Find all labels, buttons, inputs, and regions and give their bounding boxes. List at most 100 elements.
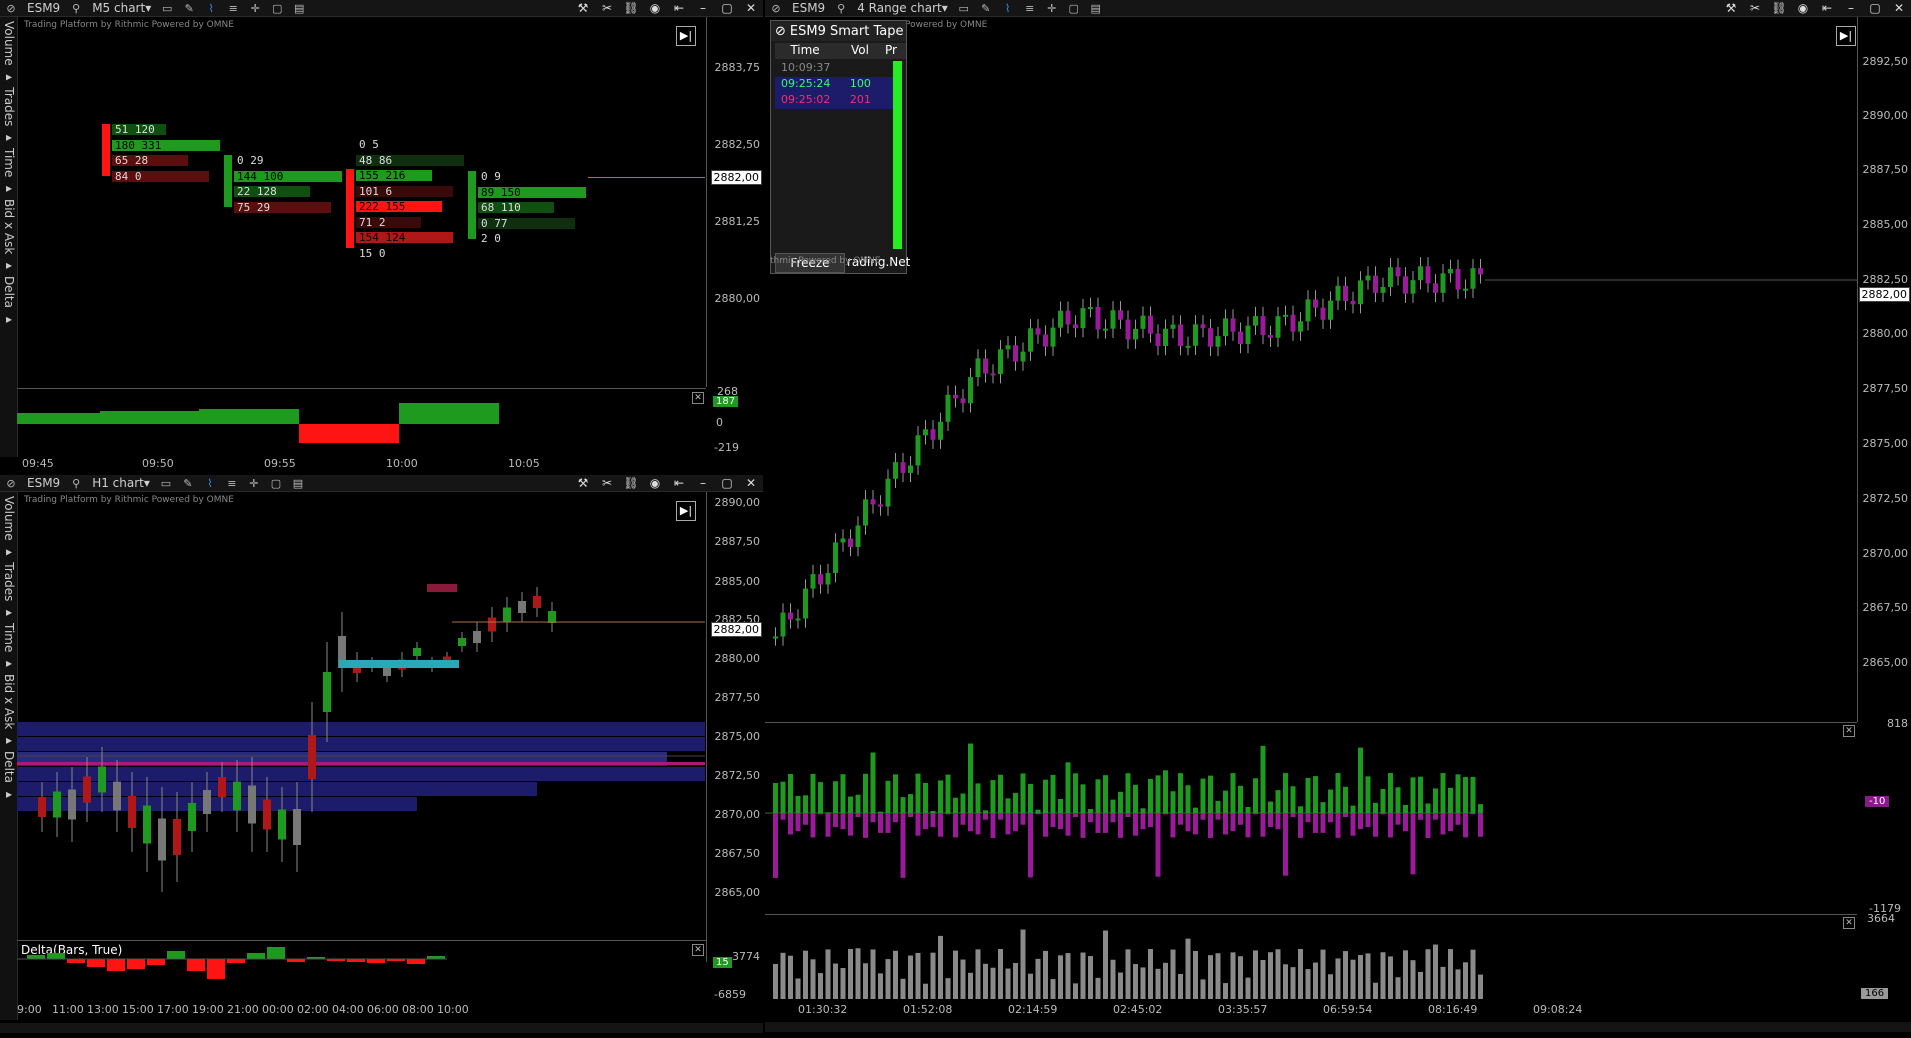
range-symbol[interactable]: ESM9 [787, 1, 830, 15]
tape-row[interactable]: 09:25:24 100 [775, 77, 899, 93]
smart-tape-header[interactable]: ⊘ ESM9 Smart Tape [771, 21, 906, 41]
volume-bar [810, 959, 816, 999]
volume-bar [1403, 950, 1408, 999]
delta-bar [247, 953, 265, 959]
layout-icon[interactable]: ▤ [291, 478, 305, 489]
maximize-icon[interactable]: ▢ [1863, 1, 1887, 15]
h1-symbol[interactable]: ESM9 [22, 476, 65, 490]
candle-body [38, 797, 46, 817]
monitor-icon[interactable]: ▭ [159, 478, 173, 489]
volume-bar [1238, 956, 1243, 999]
candle-body [1335, 285, 1341, 301]
delta-bar-positive [788, 774, 793, 813]
delta-bar-negative [930, 813, 936, 828]
volume-bar [878, 973, 883, 999]
link-icon[interactable]: ⛓ [619, 476, 643, 490]
tools-icon[interactable]: ⚒ [1719, 1, 1743, 15]
camera-icon[interactable]: ◉ [643, 476, 667, 490]
volume-bar [1050, 979, 1056, 999]
layout-icon[interactable]: ▤ [1089, 3, 1103, 14]
time-tick: 15:00 [122, 1003, 154, 1016]
delta-bar-positive [780, 781, 786, 813]
pin-icon[interactable]: ⇤ [1815, 1, 1839, 15]
h1-sidebar[interactable]: Volume ▸ Trades ▸ Time ▸ Bid x Ask ▸ Del… [0, 492, 18, 1020]
delta-bar-negative [1178, 813, 1183, 825]
delta-bar-positive [998, 774, 1003, 813]
align-icon[interactable]: ≡ [225, 478, 239, 489]
maximize-icon[interactable]: ▢ [715, 1, 739, 15]
tools-icon[interactable]: ⚒ [571, 476, 595, 490]
delta-bar-negative [855, 813, 861, 818]
footprint-cell: 180 331 [112, 139, 220, 151]
delta-bar-negative [780, 813, 786, 820]
volume-bar [990, 967, 996, 999]
h1-scrollbar[interactable] [0, 1023, 763, 1033]
close-icon[interactable]: ✕ [739, 1, 763, 15]
volume-bar [1410, 960, 1416, 999]
crosshair-icon[interactable]: ✛ [247, 478, 261, 489]
delta-bar-positive [1215, 800, 1221, 813]
tape-time: 09:25:02 [781, 93, 831, 106]
volume-bar [1065, 953, 1071, 999]
delta-bar-positive [1433, 788, 1438, 813]
candle-body [788, 612, 793, 620]
line-chart-icon[interactable]: ⌇ [1001, 3, 1015, 14]
delta-bar-negative [1215, 813, 1221, 820]
delta-bar [187, 959, 205, 971]
volume-bar [1088, 956, 1093, 999]
range-scrollbar[interactable] [765, 1022, 1911, 1032]
delta-bar-negative [1320, 813, 1326, 833]
scissors-icon[interactable]: ✂ [1743, 1, 1767, 15]
tape-row[interactable]: 09:25:02 201 [775, 93, 899, 109]
pen-icon[interactable]: ✎ [979, 3, 993, 14]
col-price[interactable]: Pr [885, 43, 901, 59]
app-logo-icon[interactable]: ⊘ [769, 3, 783, 14]
h1-chart-type[interactable]: H1 chart ▾ [87, 476, 155, 490]
range-chart-type[interactable]: 4 Range chart ▾ [852, 1, 953, 15]
delta-bar-negative [1230, 813, 1236, 832]
window-icon[interactable]: ▢ [1067, 3, 1081, 14]
col-vol[interactable]: Vol [835, 43, 885, 59]
close-icon[interactable]: ✕ [1887, 1, 1911, 15]
align-icon[interactable]: ≡ [1023, 3, 1037, 14]
candle-body [1043, 334, 1048, 347]
delta-bar-negative [1313, 813, 1318, 833]
camera-icon[interactable]: ◉ [1791, 1, 1815, 15]
tape-row[interactable]: 10:09:37 [775, 61, 899, 77]
scissors-icon[interactable]: ✂ [595, 476, 619, 490]
candle-body [855, 525, 861, 548]
minimize-icon[interactable]: – [691, 476, 715, 490]
delta-bar-positive [870, 752, 876, 813]
search-icon[interactable]: ⚲ [69, 478, 83, 489]
volume-bar [1425, 949, 1431, 999]
candle-body [473, 631, 481, 643]
pin-icon[interactable]: ⇤ [667, 476, 691, 490]
upper-cluster [427, 584, 457, 592]
volume-bar [773, 964, 778, 999]
window-icon[interactable]: ▢ [269, 478, 283, 489]
monitor-icon[interactable]: ▭ [957, 3, 971, 14]
link-icon[interactable]: ⛓ [1767, 1, 1791, 15]
delta-bar-negative [803, 813, 808, 825]
volume-bar [1478, 974, 1483, 999]
col-time[interactable]: Time [775, 43, 835, 59]
close-panel-icon[interactable]: ✕ [692, 392, 704, 404]
volume-bar [998, 949, 1003, 999]
minimize-icon[interactable]: – [1839, 1, 1863, 15]
candle-body [968, 377, 973, 404]
app-logo-icon[interactable]: ⊘ [4, 478, 18, 489]
delta-bar-negative [938, 813, 943, 837]
h1-sidebar-label: Volume ▸ Trades ▸ Time ▸ Bid x Ask ▸ Del… [2, 496, 16, 801]
delta-bar-positive [938, 780, 943, 813]
candle-body [233, 781, 241, 811]
line-chart-icon[interactable]: ⌇ [203, 478, 217, 489]
pen-icon[interactable]: ✎ [181, 478, 195, 489]
search-icon[interactable]: ⚲ [834, 3, 848, 14]
candle-body [833, 542, 838, 574]
close-icon[interactable]: ✕ [739, 476, 763, 490]
maximize-icon[interactable]: ▢ [715, 476, 739, 490]
price-tick: 2880,00 [714, 652, 761, 665]
time-tick: 03:35:57 [1218, 1003, 1268, 1016]
crosshair-icon[interactable]: ✛ [1045, 3, 1059, 14]
volume-bar [1005, 968, 1011, 999]
